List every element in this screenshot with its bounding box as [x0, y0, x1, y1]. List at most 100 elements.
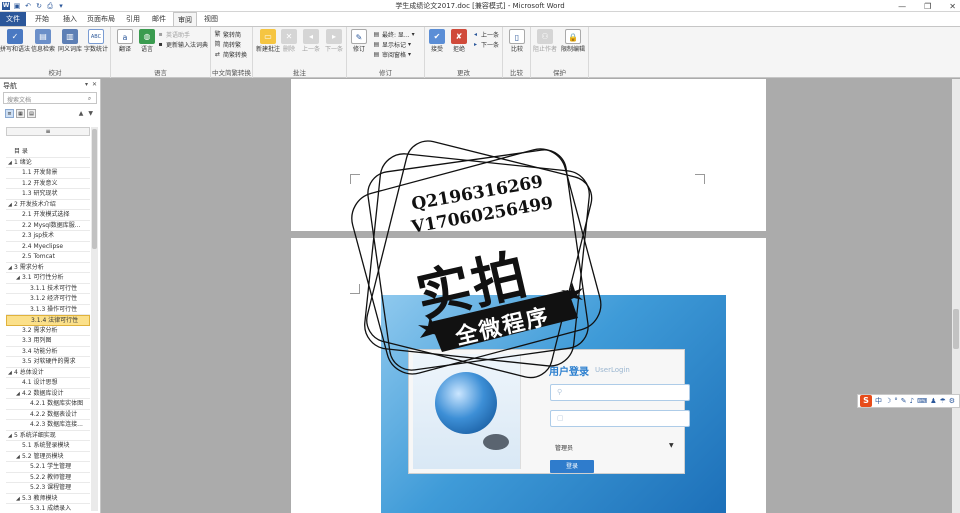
- nav-heading-item[interactable]: ◢ 1 绪论: [6, 158, 90, 168]
- nav-heading-label: 3.1.2 经济可行性: [30, 295, 78, 302]
- login-subtitle: UserLogin: [595, 366, 630, 374]
- nav-heading-item[interactable]: ◢ 5.3 教师模块: [6, 494, 90, 504]
- nav-heading-item[interactable]: 4.1 设计思想: [6, 378, 90, 389]
- nav-heading-item[interactable]: 5.2.2 教师管理: [6, 473, 90, 483]
- nav-heading-item[interactable]: 3.3 用列图: [6, 336, 90, 347]
- nav-heading-item[interactable]: 3.1.3 操作可行性: [6, 305, 90, 315]
- dropdown-icon[interactable]: ▾: [85, 81, 88, 88]
- settings-icon[interactable]: ⚙: [949, 397, 955, 405]
- nav-heading-item[interactable]: 4.2.3 数据库连接...: [6, 420, 90, 431]
- next-change-button[interactable]: ▸ 下一条: [472, 40, 499, 49]
- pen-icon[interactable]: ✎: [901, 397, 907, 405]
- nav-heading-item[interactable]: 1.1 开发背景: [6, 168, 90, 179]
- tab-mailings[interactable]: 邮件: [146, 12, 172, 26]
- nav-heading-item[interactable]: 3.2 需求分析: [6, 326, 90, 336]
- previous-comment-button[interactable]: ◂ 上一条: [300, 29, 322, 53]
- nav-scrollbar[interactable]: [91, 127, 98, 511]
- nav-heading-item[interactable]: 4.2.2 数据表设计: [6, 410, 90, 420]
- up-arrow-icon[interactable]: ▲: [79, 110, 84, 117]
- restrict-editing-button[interactable]: 🔒 限制编辑: [559, 29, 587, 53]
- down-arrow-icon[interactable]: ▼: [88, 110, 93, 117]
- next-comment-button[interactable]: ▸ 下一条: [323, 29, 345, 53]
- group-compare: ▯ 比较 比较: [503, 27, 531, 78]
- nav-heading-item[interactable]: 2.3 jsp技术: [6, 231, 90, 242]
- trad-to-simp-button[interactable]: 繁繁转简: [214, 30, 241, 39]
- role-dropdown-arrow: ▼: [669, 442, 674, 449]
- close-icon[interactable]: ✕: [949, 2, 956, 11]
- display-for-review-dropdown[interactable]: ▤ 最终: 显... ▾: [373, 30, 415, 39]
- nav-heading-item[interactable]: 3.1.4 法律可行性: [6, 315, 90, 326]
- spelling-grammar-button[interactable]: ✓ 拼写和语法: [0, 29, 30, 53]
- nav-heading-item[interactable]: 1.3 研究现状: [6, 189, 90, 200]
- nav-heading-item[interactable]: 4.2.1 数据库实体图: [6, 399, 90, 410]
- nav-heading-item[interactable]: 2.1 开发模式选择: [6, 210, 90, 221]
- tab-references[interactable]: 引用: [120, 12, 146, 26]
- reviewing-pane-button[interactable]: ▤ 审阅窗格 ▾: [373, 50, 411, 59]
- close-icon[interactable]: ✕: [92, 81, 97, 88]
- nav-heading-item[interactable]: 5.1 系统登录模块: [6, 441, 90, 452]
- sogou-logo-icon[interactable]: S: [860, 395, 872, 407]
- nav-heading-item[interactable]: 3.1.1 技术可行性: [6, 284, 90, 294]
- results-view-icon[interactable]: ▤: [27, 109, 36, 118]
- user-icon[interactable]: ♟: [930, 397, 936, 405]
- nav-heading-item[interactable]: ◢ 5 系统详细实现: [6, 431, 90, 441]
- nav-heading-item[interactable]: 3.5 对软硬件的需求: [6, 357, 90, 368]
- reject-button[interactable]: ✘ 拒绝: [447, 29, 471, 53]
- tab-review[interactable]: 审阅: [173, 12, 197, 27]
- tab-page-layout[interactable]: 页面布局: [84, 12, 118, 26]
- minimize-icon[interactable]: —: [898, 2, 906, 11]
- nav-heading-item[interactable]: 2.2 Mysql数据库服...: [6, 221, 90, 231]
- research-button[interactable]: ▤ 信息检索: [29, 29, 57, 53]
- compare-button[interactable]: ▯ 比较: [503, 29, 531, 53]
- delete-comment-button[interactable]: ✕ 删除: [278, 29, 300, 53]
- password-field: ▢: [550, 410, 690, 427]
- vertical-scrollbar[interactable]: [952, 79, 960, 513]
- nav-heading-item[interactable]: 5.2.3 课程管理: [6, 483, 90, 494]
- search-icon[interactable]: ⌕: [86, 95, 93, 102]
- skin-icon[interactable]: ☂: [940, 397, 946, 405]
- update-ime-dictionary-button[interactable]: ▪ 更新输入法词典: [157, 40, 208, 49]
- tab-file[interactable]: 文件: [0, 12, 26, 26]
- nav-heading-item[interactable]: 2.4 Myeclipse: [6, 242, 90, 252]
- nav-heading-item[interactable]: 3.1.2 经济可行性: [6, 294, 90, 305]
- moon-icon[interactable]: ☽: [885, 397, 891, 405]
- tab-home[interactable]: 开始: [28, 12, 56, 26]
- scroll-thumb[interactable]: [953, 309, 959, 349]
- nav-heading-item[interactable]: ◢ 4.2 数据库设计: [6, 389, 90, 399]
- nav-heading-item[interactable]: 2.5 Tomcat: [6, 252, 90, 263]
- nav-heading-item[interactable]: 目 录: [6, 147, 90, 158]
- convert-button[interactable]: ⇄ 简繁转换: [214, 50, 247, 59]
- previous-change-button[interactable]: ◂ 上一条: [472, 30, 499, 39]
- nav-scroll-thumb[interactable]: [92, 129, 97, 249]
- nav-heading-item[interactable]: ◢ 3.1 可行性分析: [6, 273, 90, 284]
- search-input[interactable]: 搜索文档 ⌕: [3, 92, 97, 104]
- restore-icon[interactable]: ❐: [924, 2, 931, 11]
- word-count-button[interactable]: ABC 字数统计: [82, 29, 110, 53]
- collapse-all-button[interactable]: ≡: [6, 127, 90, 136]
- track-changes-button[interactable]: ✎ 修订: [347, 29, 371, 53]
- tab-view[interactable]: 视图: [198, 12, 224, 26]
- pages-view-icon[interactable]: ▦: [16, 109, 25, 118]
- nav-heading-item[interactable]: 3.4 功能分析: [6, 347, 90, 357]
- keyboard-icon[interactable]: ⌨: [917, 397, 927, 405]
- nav-arrows: ▲ ▼: [79, 110, 93, 117]
- ime-toolbar[interactable]: S 中 ☽ ° ✎ ♪ ⌨ ♟ ☂ ⚙: [857, 394, 960, 408]
- nav-heading-item[interactable]: ◢ 5.2 管理员模块: [6, 452, 90, 462]
- simp-to-trad-button[interactable]: 简简转繁: [214, 40, 241, 49]
- headings-view-icon[interactable]: ≡: [5, 109, 14, 118]
- show-markup-button[interactable]: ▤ 显示标记 ▾: [373, 40, 411, 49]
- nav-heading-item[interactable]: 5.3.1 成绩录入: [6, 504, 90, 513]
- nav-heading-item[interactable]: 5.2.1 学生管理: [6, 462, 90, 473]
- mic-icon[interactable]: ♪: [910, 397, 914, 405]
- block-authors-button[interactable]: ⚇ 阻止作者: [531, 29, 559, 53]
- nav-heading-item[interactable]: ◢ 2 开发技术介绍: [6, 200, 90, 210]
- tab-insert[interactable]: 插入: [56, 12, 84, 26]
- thesaurus-button[interactable]: ▥ 同义词库: [56, 29, 84, 53]
- punctuation-icon[interactable]: °: [894, 397, 898, 405]
- nav-heading-item[interactable]: ◢ 4 总体设计: [6, 368, 90, 378]
- nav-heading-item[interactable]: ◢ 3 需求分析: [6, 263, 90, 273]
- english-assistant-button[interactable]: ▪ 英语助手: [157, 30, 190, 39]
- accept-button[interactable]: ✔ 接受: [425, 29, 449, 53]
- ime-item[interactable]: 中: [875, 396, 882, 406]
- nav-heading-item[interactable]: 1.2 开发意义: [6, 179, 90, 189]
